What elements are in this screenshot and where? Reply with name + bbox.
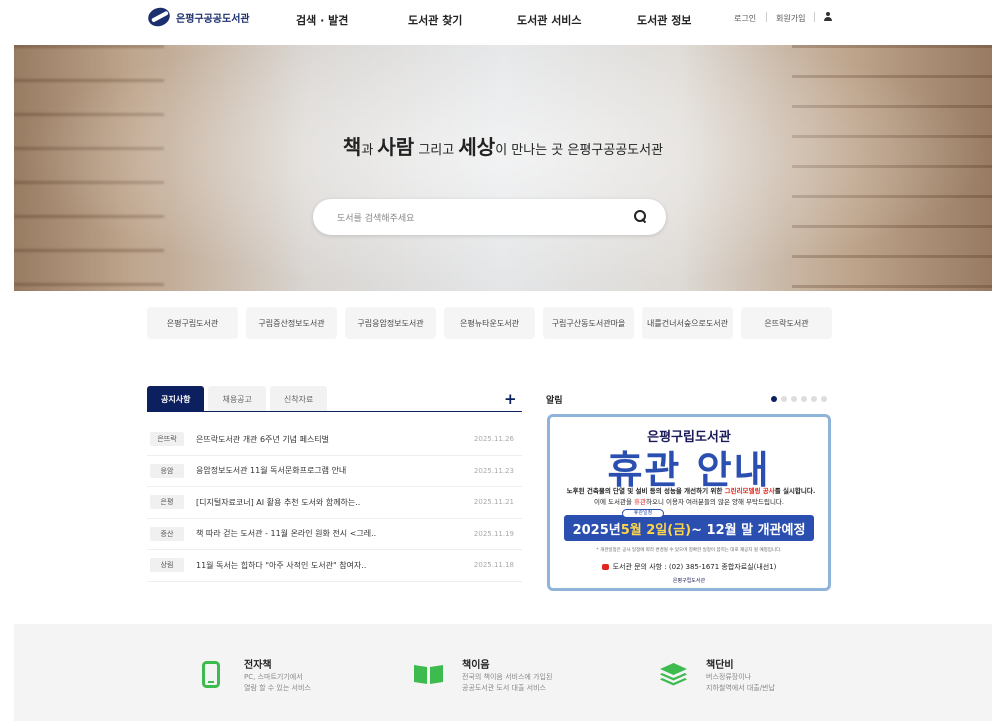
tab-recruitment[interactable]: 채용공고: [208, 386, 266, 412]
login-link[interactable]: 로그인: [734, 13, 756, 24]
service-desc: PC, 스마트기기에서: [244, 673, 303, 681]
hero-overlay: [14, 45, 992, 291]
branch-button[interactable]: 은평뉴타운도서관: [444, 307, 535, 339]
carousel-dot[interactable]: [791, 396, 797, 402]
carousel-dot[interactable]: [821, 396, 827, 402]
logo-text: 은평구공공도서관: [176, 13, 250, 25]
signup-link[interactable]: 회원가입: [776, 13, 805, 24]
service-title-ebook[interactable]: 전자책: [244, 656, 272, 671]
layers-icon[interactable]: [659, 662, 688, 686]
book-icon[interactable]: [413, 663, 444, 685]
banner-footer-logo: 은평구립도서관: [672, 578, 706, 584]
divider: [766, 12, 767, 22]
notice-date: 2025.11.23: [473, 466, 514, 475]
tab-notices[interactable]: 공지사항: [147, 386, 205, 412]
notice-date: 2025.11.21: [473, 498, 514, 507]
notice-tabs: 공지사항 채용공고 신착자료: [147, 386, 331, 412]
list-item[interactable]: 은뜨락 은뜨락도서관 개관 6주년 기념 페스티벌 2025.11.26: [147, 424, 522, 456]
notice-date: 2025.11.19: [473, 529, 514, 538]
banner-phone: 도서관 문의 사항 : (02) 385-1671 종합자료실(내선1): [550, 562, 828, 572]
banner-text: 노후된 건축물의 단열 및 설비 등의 성능을 개선하기 위한 그린리모델링 공…: [566, 487, 816, 495]
banner-note: * 개관일정은 공사 일정에 따라 변경될 수 있으며 정확한 일정이 잡히는 …: [596, 548, 782, 553]
nav-find-library[interactable]: 도서관 찾기: [408, 12, 462, 28]
notice-title[interactable]: 은뜨락도서관 개관 6주년 기념 페스티벌: [196, 434, 474, 445]
nav-search-discover[interactable]: 검색 · 발견: [296, 12, 348, 28]
service-desc: 공공도서관 도서 대출 서비스: [462, 684, 546, 692]
branch-badge: 증산: [150, 526, 184, 541]
branch-button[interactable]: 구립증산정보도서관: [246, 307, 337, 339]
list-item[interactable]: 은평 [디지털자료코너] AI 활용 추천 도서와 함께하는.. 2025.11…: [147, 487, 522, 519]
service-title-chaekdanbi[interactable]: 책단비: [706, 656, 734, 671]
notice-title[interactable]: 응암정보도서관 11월 독서문화프로그램 안내: [196, 465, 474, 476]
services-section: 전자책 PC, 스마트기기에서 열람 할 수 있는 서비스 책이음 전국의 책이…: [14, 624, 992, 721]
service-desc: 지하철역에서 대출/반납: [706, 684, 775, 692]
site-header: 은평구공공도서관 검색 · 발견 도서관 찾기 도서관 서비스 도서관 정보 로…: [0, 0, 992, 45]
branch-button[interactable]: 은평구립도서관: [147, 307, 238, 339]
carousel-dot[interactable]: [771, 396, 777, 402]
telephone-icon: [601, 564, 609, 570]
nav-library-services[interactable]: 도서관 서비스: [517, 12, 582, 28]
banner-schedule: 2025년 5월 2일(금) ~ 12월 말 개관예정: [564, 515, 814, 541]
service-title-chaekieum[interactable]: 책이음: [462, 656, 490, 671]
search-box[interactable]: 도서를 검색해주세요: [313, 199, 666, 235]
branch-badge: 은평: [150, 495, 184, 510]
notice-title[interactable]: 11월 독서는 힙하다 "아주 사적인 도서관" 참여자..: [196, 560, 474, 571]
logo-mark-icon: [145, 4, 173, 30]
carousel-dots: [771, 396, 827, 402]
notice-title[interactable]: [디지털자료코너] AI 활용 추천 도서와 함께하는..: [196, 497, 474, 508]
service-desc: 버스정류장이나: [706, 673, 752, 681]
alert-label: 알림: [546, 396, 563, 406]
branch-badge: 상림: [150, 558, 184, 573]
banner-schedule-tag: 휴관일정: [622, 509, 664, 518]
more-button[interactable]: +: [504, 390, 517, 408]
hero-title: 책과 사람 그리고 세상이 만나는 곳 은평구공공도서관: [342, 135, 664, 159]
phone-icon[interactable]: [202, 661, 220, 688]
list-item[interactable]: 응암 응암정보도서관 11월 독서문화프로그램 안내 2025.11.23: [147, 456, 522, 487]
notice-title[interactable]: 책 따라 걷는 도서관 - 11월 온라인 원화 전시 <그레..: [196, 528, 474, 539]
list-item[interactable]: 증산 책 따라 걷는 도서관 - 11월 온라인 원화 전시 <그레.. 202…: [147, 519, 522, 550]
list-item[interactable]: 상림 11월 독서는 힙하다 "아주 사적인 도서관" 참여자.. 2025.1…: [147, 550, 522, 582]
notice-date: 2025.11.26: [473, 435, 514, 444]
branch-button[interactable]: 구립응암정보도서관: [345, 307, 436, 339]
branch-button[interactable]: 구립구산동도서관마을: [543, 307, 634, 339]
carousel-dot[interactable]: [801, 396, 807, 402]
branch-list: 은평구립도서관 구립증산정보도서관 구립응암정보도서관 은평뉴타운도서관 구립구…: [147, 307, 832, 339]
hero-banner: 책과 사람 그리고 세상이 만나는 곳 은평구공공도서관 도서를 검색해주세요: [14, 45, 992, 291]
notice-date: 2025.11.18: [473, 561, 514, 570]
branch-badge: 응암: [150, 463, 184, 478]
search-input[interactable]: 도서를 검색해주세요: [337, 211, 414, 224]
banner-text: 이에 도서관을 휴관하오니 이용자 여러분들의 많은 양해 부탁드립니다.: [594, 498, 784, 506]
divider: [814, 12, 815, 22]
branch-button[interactable]: 은뜨락도서관: [741, 307, 832, 339]
branch-button[interactable]: 내를건너서숲으로도서관: [642, 307, 733, 339]
carousel-dot[interactable]: [781, 396, 787, 402]
notice-list: 은뜨락 은뜨락도서관 개관 6주년 기념 페스티벌 2025.11.26 응암 …: [147, 424, 522, 582]
service-desc: 전국의 책이음 서비스에 가입된: [462, 673, 553, 681]
carousel-dot[interactable]: [811, 396, 817, 402]
tab-new-arrivals[interactable]: 신착자료: [269, 386, 328, 412]
service-desc: 열람 할 수 있는 서비스: [244, 684, 311, 692]
tab-underline: [147, 411, 522, 412]
nav-library-info[interactable]: 도서관 정보: [637, 12, 691, 28]
user-icon[interactable]: [824, 12, 832, 21]
search-icon[interactable]: [634, 210, 646, 222]
site-logo[interactable]: 은평구공공도서관: [145, 4, 250, 30]
branch-badge: 은뜨락: [150, 432, 184, 447]
closure-notice-banner[interactable]: 은평구립도서관 휴관 안내 노후된 건축물의 단열 및 설비 등의 성능을 개선…: [547, 414, 831, 591]
